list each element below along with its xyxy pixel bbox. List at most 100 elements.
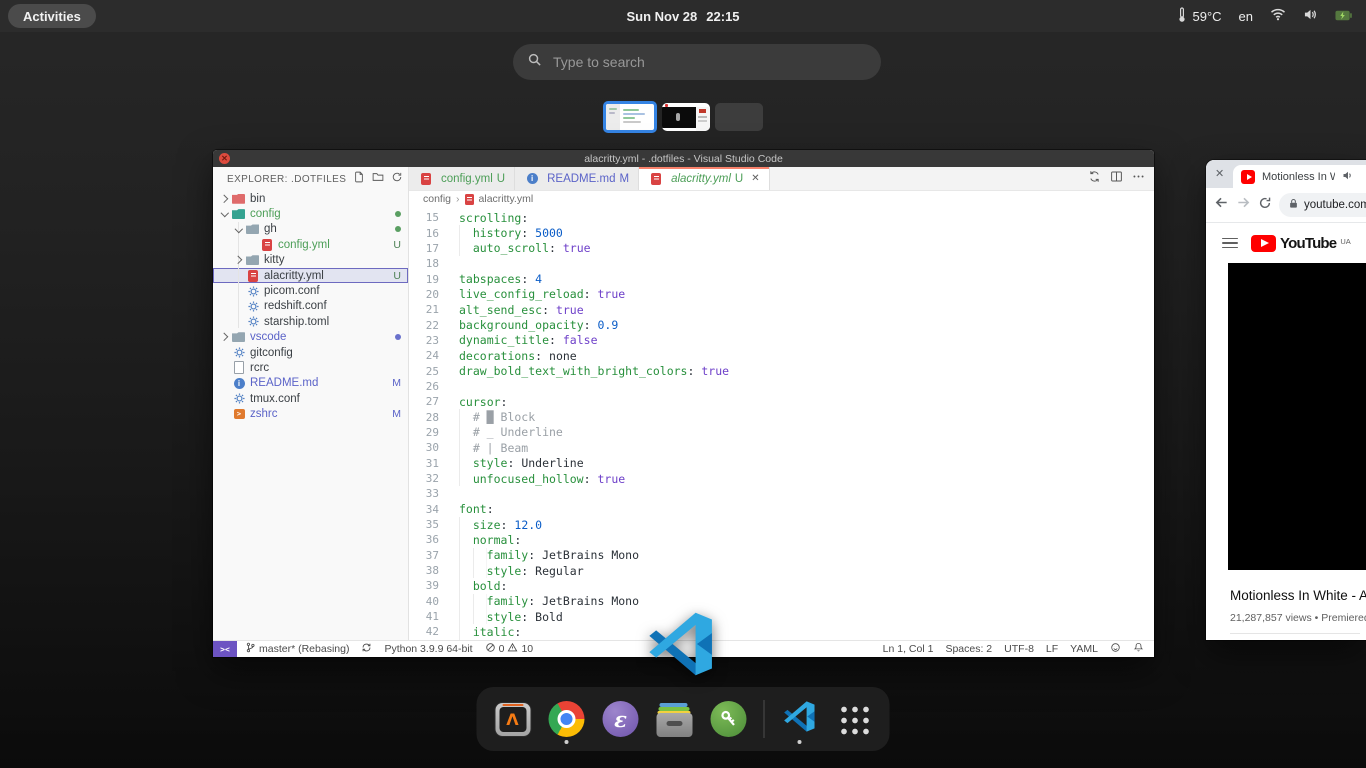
vscode-window[interactable]: ✕ alacritty.yml - .dotfiles - Visual Stu… [213, 150, 1154, 657]
youtube-logo[interactable]: YouTube UA [1251, 235, 1351, 252]
tree-item-label: vscode [250, 331, 286, 343]
tree-item-tmux.conf[interactable]: tmux.conf [213, 391, 408, 406]
tab-alacritty.yml[interactable]: alacritty.ymlU✕ [639, 167, 770, 190]
code-editor[interactable]: 15scrolling:16history: 500017auto_scroll… [409, 207, 1154, 640]
python-interpreter[interactable]: Python 3.9.9 64-bit [384, 643, 472, 655]
chrome-active-tab[interactable]: Motionless In White - [1233, 165, 1366, 188]
tree-item-alacritty.yml[interactable]: alacritty.ymlU [213, 268, 408, 283]
dock-item-app-grid[interactable] [833, 691, 875, 747]
workspace-thumbnail-vscode[interactable] [603, 101, 657, 133]
code-line: 38style: Regular [409, 563, 1154, 578]
dock-item-vscode[interactable] [779, 691, 821, 747]
tree-item-vscode[interactable]: vscode [213, 330, 408, 345]
keyboard-layout[interactable]: en [1239, 9, 1253, 24]
clock[interactable]: Sun Nov 28 22:15 [626, 0, 739, 32]
tree-item-gitconfig[interactable]: gitconfig [213, 345, 408, 360]
encoding[interactable]: UTF-8 [1004, 643, 1034, 655]
git-branch-status[interactable]: master* (Rebasing) [245, 642, 349, 656]
workspace-thumbnail-youtube[interactable] [662, 103, 710, 131]
vscode-app-icon-overlay[interactable] [648, 610, 716, 678]
code-text [451, 379, 459, 394]
feedback-icon[interactable] [1110, 642, 1121, 656]
video-player[interactable] [1228, 263, 1366, 570]
vscode-titlebar[interactable]: ✕ alacritty.yml - .dotfiles - Visual Stu… [213, 150, 1154, 167]
line-number: 27 [409, 395, 439, 408]
tree-item-starship.toml[interactable]: starship.toml [213, 314, 408, 329]
token: JetBrains Mono [542, 548, 639, 562]
chrome-window[interactable]: ✕ Motionless In White - youtube.com/wa Y… [1206, 160, 1366, 640]
refresh-icon[interactable] [391, 170, 403, 188]
volume-icon[interactable] [1303, 8, 1318, 24]
activities-button[interactable]: Activities [8, 4, 96, 28]
tab-close-icon[interactable]: ✕ [751, 173, 759, 184]
remote-indicator[interactable]: >< [213, 641, 237, 657]
battery-charging-icon[interactable] [1335, 9, 1352, 24]
problems-status[interactable]: 0 10 [485, 642, 534, 656]
code-line: 19tabspaces: 4 [409, 271, 1154, 286]
chrome-icon [549, 701, 585, 737]
cursor-position[interactable]: Ln 1, Col 1 [883, 643, 934, 655]
tree-item-config.yml[interactable]: config.ymlU [213, 237, 408, 252]
sync-status[interactable] [361, 642, 372, 656]
breadcrumb-file[interactable]: alacritty.yml [479, 193, 534, 205]
dock-item-emacs[interactable]: ε [600, 691, 642, 747]
more-actions-icon[interactable] [1132, 170, 1145, 188]
hamburger-menu-icon[interactable] [1222, 238, 1238, 249]
youtube-play-icon [1251, 235, 1276, 252]
tab-close-icon[interactable]: ✕ [1215, 167, 1224, 180]
explorer-header: EXPLORER: .DOTFILES [213, 167, 408, 191]
dock-item-passwords[interactable] [708, 691, 750, 747]
tree-item-bin[interactable]: bin [213, 191, 408, 206]
window-close-button[interactable]: ✕ [219, 153, 230, 164]
yaml-icon [648, 172, 664, 186]
token: : [521, 564, 535, 578]
tree-item-README.md[interactable]: iREADME.mdM [213, 376, 408, 391]
git-badge: M [392, 408, 401, 420]
new-file-icon[interactable] [353, 170, 365, 188]
token: normal [473, 533, 515, 547]
code-text: cursor: [451, 394, 507, 409]
split-editor-icon[interactable] [1110, 170, 1123, 188]
breadcrumb-folder[interactable]: config [423, 193, 451, 205]
new-folder-icon[interactable] [372, 170, 384, 188]
dock-item-chrome[interactable] [546, 691, 588, 747]
tree-item-gh[interactable]: gh [213, 222, 408, 237]
system-tray[interactable]: 59°C en [1177, 0, 1352, 32]
breadcrumb[interactable]: config › alacritty.yml [409, 191, 1154, 207]
tab-README.md[interactable]: iREADME.mdM [515, 167, 639, 190]
eol-type[interactable]: LF [1046, 643, 1058, 655]
address-bar[interactable]: youtube.com/wa [1279, 193, 1366, 217]
open-changes-icon[interactable] [1088, 170, 1101, 188]
line-number: 36 [409, 533, 439, 546]
workspace-thumbnail-empty[interactable] [715, 103, 763, 131]
tab-audio-icon[interactable] [1342, 168, 1354, 186]
forward-icon[interactable] [1236, 195, 1251, 215]
indent-guide [459, 440, 473, 455]
clock-date: Sun Nov 28 [626, 9, 697, 24]
indentation[interactable]: Spaces: 2 [945, 643, 992, 655]
overview-search[interactable] [513, 44, 881, 80]
search-input[interactable] [551, 53, 805, 71]
code-line: 23dynamic_title: false [409, 333, 1154, 348]
tree-item-rcrc[interactable]: rcrc [213, 360, 408, 375]
chevron-down-icon [233, 223, 245, 235]
notifications-bell-icon[interactable] [1133, 642, 1144, 656]
divider [1230, 633, 1360, 634]
chevron-right-icon [233, 254, 245, 266]
language-mode[interactable]: YAML [1070, 643, 1098, 655]
indent-guide [459, 578, 473, 593]
code-text: dynamic_title: false [451, 333, 598, 348]
tree-item-redshift.conf[interactable]: redshift.conf [213, 299, 408, 314]
tree-item-config[interactable]: config [213, 206, 408, 221]
tab-config.yml[interactable]: config.ymlU [409, 167, 515, 190]
tree-item-kitty[interactable]: kitty [213, 253, 408, 268]
dock-item-alacritty[interactable]: Λ [492, 691, 534, 747]
dock-item-archive-manager[interactable] [654, 691, 696, 747]
tree-item-picom.conf[interactable]: picom.conf [213, 283, 408, 298]
back-icon[interactable] [1214, 195, 1229, 215]
reload-icon[interactable] [1258, 196, 1272, 215]
tree-item-label: picom.conf [264, 285, 320, 297]
token: : [501, 395, 508, 409]
wifi-icon[interactable] [1270, 8, 1286, 24]
tree-item-zshrc[interactable]: >zshrcM [213, 406, 408, 421]
